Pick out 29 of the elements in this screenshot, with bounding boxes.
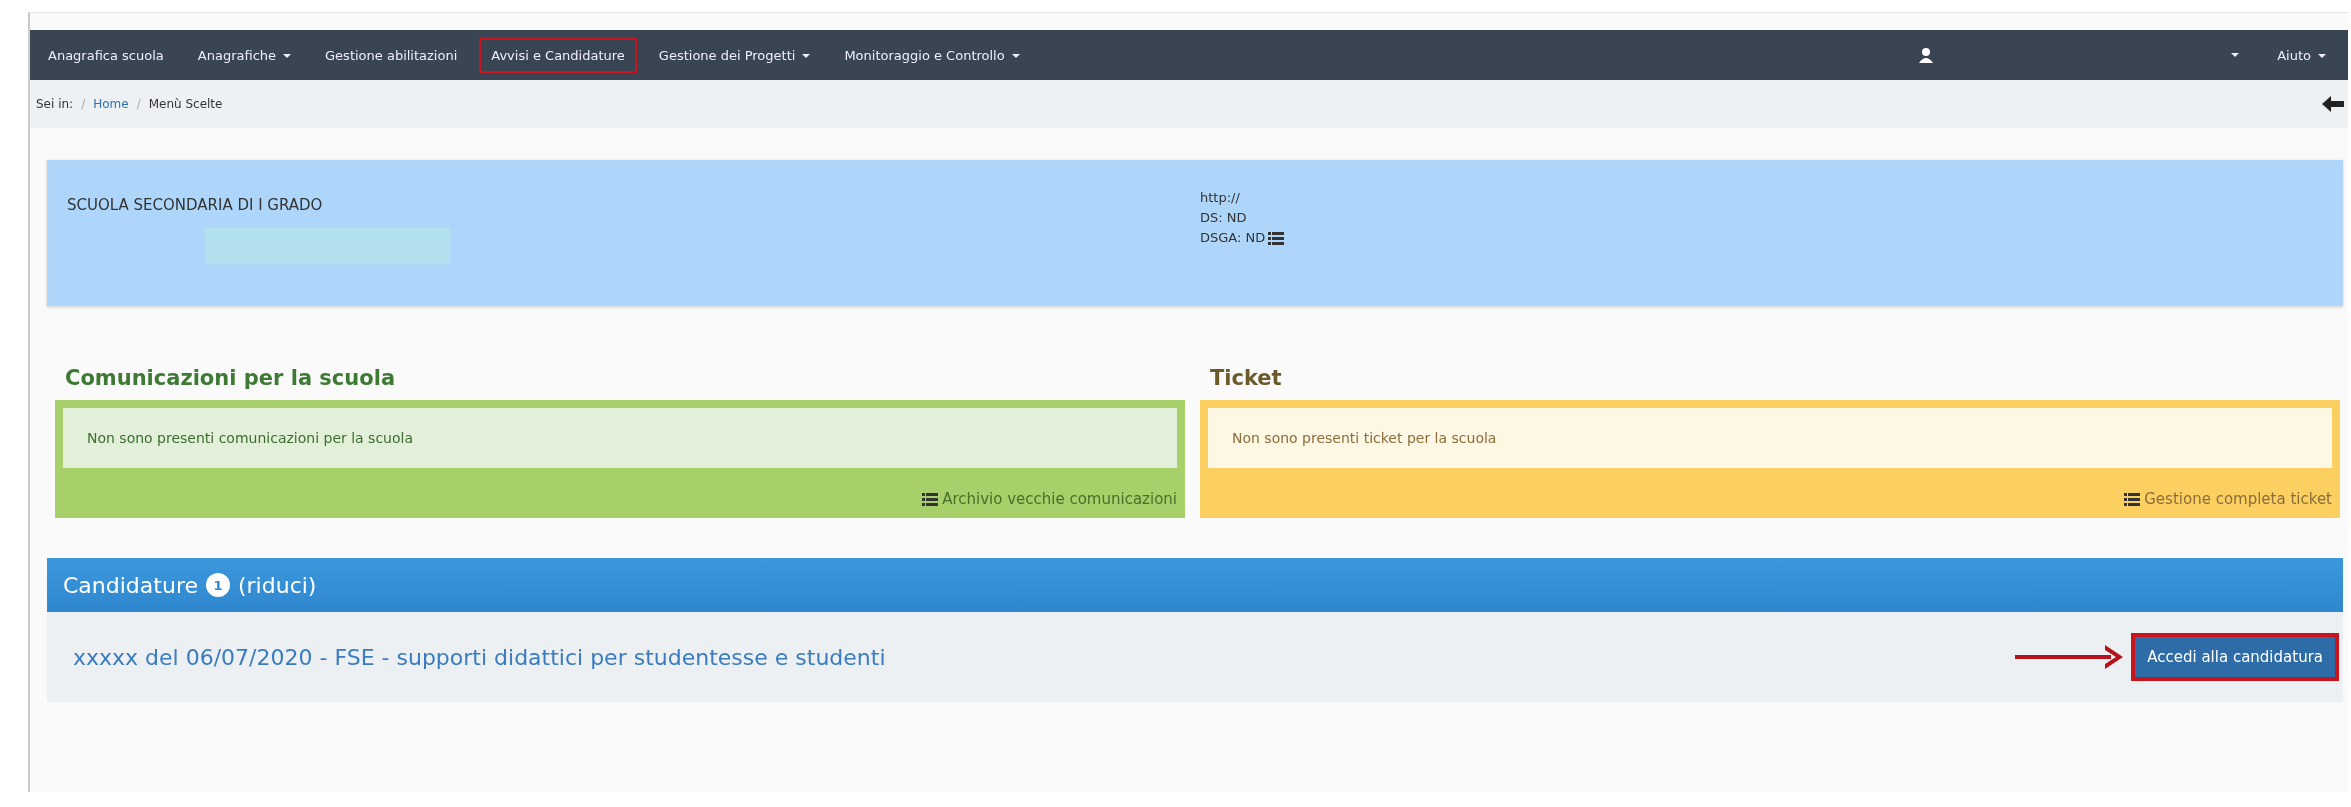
nav-menu-item[interactable]: Avvisi e Candidature <box>479 37 637 73</box>
user-icon <box>1918 47 1935 63</box>
panel-heading: Ticket <box>1210 366 1283 390</box>
breadcrumb-current: Menù Scelte <box>148 97 223 111</box>
breadcrumb-label: Sei in: <box>36 97 74 111</box>
panel-message: Non sono presenti comunicazioni per la scuola <box>63 408 1177 468</box>
nav-menu-item[interactable]: Gestione dei Progetti <box>646 37 823 73</box>
list-icon <box>922 493 939 506</box>
nav-menu-item[interactable]: Anagrafica scuola <box>36 37 176 73</box>
count-badge: 1 <box>206 573 230 597</box>
panel-message: Non sono presenti ticket per la scuola <box>1208 408 2332 468</box>
breadcrumb-separator: / <box>81 97 86 111</box>
school-website: http:// <box>1200 190 1241 205</box>
nav-menu-item[interactable]: Monitoraggio e Controllo <box>832 37 1032 73</box>
school-ds: DS: ND <box>1200 210 1248 225</box>
nav-menu-item[interactable]: Anagrafiche <box>185 37 304 73</box>
list-icon <box>1268 232 1285 245</box>
back-arrow-icon[interactable] <box>2322 96 2344 112</box>
nav-menu-item[interactable]: Gestione abilitazioni <box>313 37 470 73</box>
caret-icon[interactable] <box>2231 53 2240 57</box>
school-name: SCUOLA SECONDARIA DI I GRADO <box>67 196 324 214</box>
panel-heading: Comunicazioni per la scuola <box>65 366 397 390</box>
candidature-link[interactable]: xxxxx del 06/07/2020 - FSE - supporti didattici per studentesse e studenti <box>73 644 886 670</box>
help-menu[interactable]: Aiuto <box>2265 37 2338 73</box>
candidature-title: Candidature <box>63 572 198 598</box>
school-dsga: DSGA: ND <box>1200 230 1266 245</box>
list-icon <box>2124 493 2141 506</box>
breadcrumb-separator: / <box>136 97 141 111</box>
breadcrumb-link[interactable]: Home <box>93 97 129 111</box>
